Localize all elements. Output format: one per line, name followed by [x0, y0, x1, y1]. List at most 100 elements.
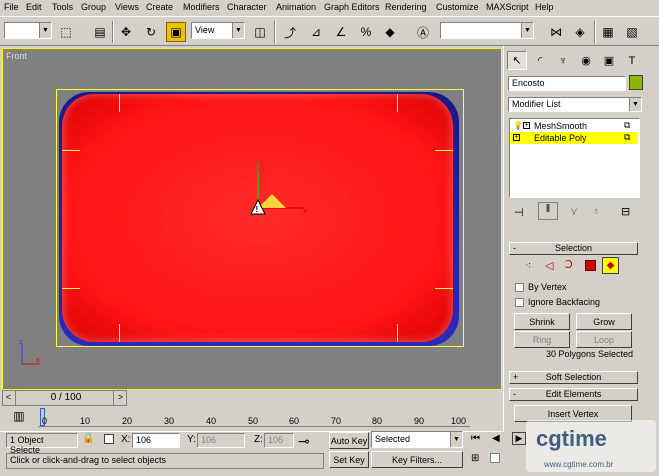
- create-tab-icon[interactable]: ↖: [507, 51, 527, 70]
- shrink-button[interactable]: Shrink: [514, 313, 570, 330]
- viewport-label[interactable]: Front: [6, 51, 27, 61]
- selection-bracket: [62, 288, 80, 289]
- remove-modifier-icon[interactable]: ♁: [592, 205, 600, 217]
- y-label: Y:: [187, 434, 196, 445]
- select-by-name-icon[interactable]: ▤: [90, 22, 110, 42]
- key-mode-toggle-icon[interactable]: ⊞: [471, 453, 479, 464]
- z-coordinate-field[interactable]: 106: [264, 433, 294, 448]
- loop-button[interactable]: Loop: [576, 331, 632, 348]
- polygon-icon[interactable]: [585, 260, 596, 271]
- set-key-button[interactable]: Set Key: [329, 451, 369, 468]
- play-icon[interactable]: ▶: [512, 432, 526, 445]
- z-label: Z:: [254, 434, 263, 445]
- svg-text:y: y: [256, 163, 260, 170]
- named-selection-dropdown[interactable]: ▼: [440, 22, 534, 39]
- element-icon[interactable]: ◆: [602, 257, 619, 274]
- modify-tab-icon[interactable]: ◜: [530, 51, 550, 70]
- mirror-icon[interactable]: ⋈: [546, 22, 566, 42]
- edit-elements-rollup-header[interactable]: - Edit Elements: [509, 388, 638, 401]
- stack-item-label: MeshSmooth: [534, 121, 588, 131]
- snap-toggle-icon[interactable]: ⊿: [306, 22, 326, 42]
- lightbulb-icon[interactable]: 💡: [513, 120, 523, 132]
- percent-snap-icon[interactable]: %: [356, 22, 376, 42]
- menu-tools[interactable]: Tools: [52, 2, 73, 12]
- menu-customize[interactable]: Customize: [436, 2, 479, 12]
- track-tick-label: 50: [248, 416, 259, 426]
- rotate-icon[interactable]: ↻: [141, 22, 161, 42]
- lock-icon[interactable]: 🔒: [82, 433, 94, 444]
- selection-rollup-header[interactable]: - Selection: [509, 242, 638, 255]
- menu-edit[interactable]: Edit: [26, 2, 42, 12]
- x-coordinate-field[interactable]: 106: [132, 433, 180, 448]
- track-tick-label: 60: [289, 416, 300, 426]
- menu-file[interactable]: File: [4, 2, 19, 12]
- menu-maxscript[interactable]: MAXScript: [486, 2, 529, 12]
- selection-filter-dropdown[interactable]: ▼: [4, 22, 52, 39]
- utilities-tab-icon[interactable]: T: [622, 51, 642, 70]
- auto-key-button[interactable]: Auto Key: [329, 432, 369, 449]
- go-to-start-icon[interactable]: ⏮: [471, 433, 480, 444]
- track-view-icon[interactable]: ▥: [10, 409, 28, 427]
- reference-coordinate-dropdown[interactable]: View ▼: [191, 22, 245, 39]
- show-end-result-icon[interactable]: ‖: [538, 202, 558, 220]
- chevron-down-icon: ▼: [232, 23, 244, 38]
- vertex-icon[interactable]: ⁖: [525, 259, 531, 272]
- align-icon[interactable]: ◈: [570, 22, 590, 42]
- curve-editor-icon[interactable]: ▧: [622, 22, 642, 42]
- menu-animation[interactable]: Animation: [276, 2, 316, 12]
- x-label: X:: [121, 434, 131, 445]
- menu-group[interactable]: Group: [81, 2, 106, 12]
- spinner-snap-icon[interactable]: ◆: [380, 22, 400, 42]
- scale-gizmo[interactable]: ! y x: [246, 160, 316, 226]
- display-tab-icon[interactable]: ▣: [599, 51, 619, 70]
- expand-icon[interactable]: +: [523, 122, 530, 129]
- key-filters-button[interactable]: Key Filters...: [371, 451, 463, 468]
- absolute-mode-toggle[interactable]: [104, 434, 114, 444]
- key-icon[interactable]: ⊸: [298, 433, 310, 450]
- menu-rendering[interactable]: Rendering: [385, 2, 427, 12]
- hierarchy-tab-icon[interactable]: ♆: [553, 51, 573, 70]
- motion-tab-icon[interactable]: ◉: [576, 51, 596, 70]
- time-slider-next[interactable]: >: [113, 390, 127, 406]
- select-object-icon[interactable]: ⬚: [56, 22, 76, 42]
- checkbox-box[interactable]: [515, 297, 524, 307]
- checkbox-box[interactable]: [515, 282, 524, 292]
- menu-views[interactable]: Views: [115, 2, 139, 12]
- edge-icon[interactable]: ◁: [545, 259, 553, 272]
- key-mode-dropdown[interactable]: Selected ▼: [371, 431, 463, 448]
- soft-selection-rollup-header[interactable]: + Soft Selection: [509, 371, 638, 384]
- time-slider-prev[interactable]: <: [2, 390, 16, 406]
- object-name-field[interactable]: Encosto: [508, 76, 626, 91]
- by-vertex-checkbox[interactable]: By Vertex: [515, 282, 567, 292]
- ignore-backfacing-checkbox[interactable]: Ignore Backfacing: [515, 297, 600, 307]
- make-unique-icon[interactable]: ⋎: [570, 205, 578, 218]
- ring-button[interactable]: Ring: [514, 331, 570, 348]
- expand-icon[interactable]: +: [513, 134, 520, 141]
- menu-modifiers[interactable]: Modifiers: [183, 2, 220, 12]
- y-coordinate-field[interactable]: 106: [197, 433, 245, 448]
- modifier-list-dropdown[interactable]: Modifier List ▼: [508, 97, 642, 112]
- pin-stack-icon[interactable]: ⊣: [514, 206, 524, 219]
- menu-create[interactable]: Create: [146, 2, 173, 12]
- scale-icon[interactable]: ▣: [166, 22, 186, 42]
- pivot-center-icon[interactable]: ◫: [250, 22, 270, 42]
- chevron-down-icon: ▼: [450, 432, 462, 447]
- svg-text:x: x: [303, 208, 307, 215]
- stack-item-editable-poly[interactable]: + Editable Poly: [510, 132, 637, 144]
- stack-item-meshsmooth[interactable]: 💡 + MeshSmooth: [510, 120, 637, 132]
- configure-sets-icon[interactable]: ⊟: [621, 205, 630, 218]
- current-frame-field[interactable]: [490, 453, 500, 463]
- menu-character[interactable]: Character: [227, 2, 267, 12]
- prev-frame-icon[interactable]: ◀: [492, 433, 500, 444]
- move-icon[interactable]: ✥: [116, 22, 136, 42]
- menu-help[interactable]: Help: [535, 2, 554, 12]
- border-icon[interactable]: Ↄ: [565, 258, 573, 271]
- layer-manager-icon[interactable]: ▦: [598, 22, 618, 42]
- menu-graph-editors[interactable]: Graph Editors: [324, 2, 380, 12]
- select-manipulate-icon[interactable]: ⤴: [280, 22, 300, 42]
- edit-named-selection-icon[interactable]: Ⓐ: [413, 22, 433, 42]
- object-color-swatch[interactable]: [629, 75, 643, 90]
- angle-snap-icon[interactable]: ∠: [331, 22, 351, 42]
- stack-icon: ⧉: [624, 120, 631, 130]
- grow-button[interactable]: Grow: [576, 313, 632, 330]
